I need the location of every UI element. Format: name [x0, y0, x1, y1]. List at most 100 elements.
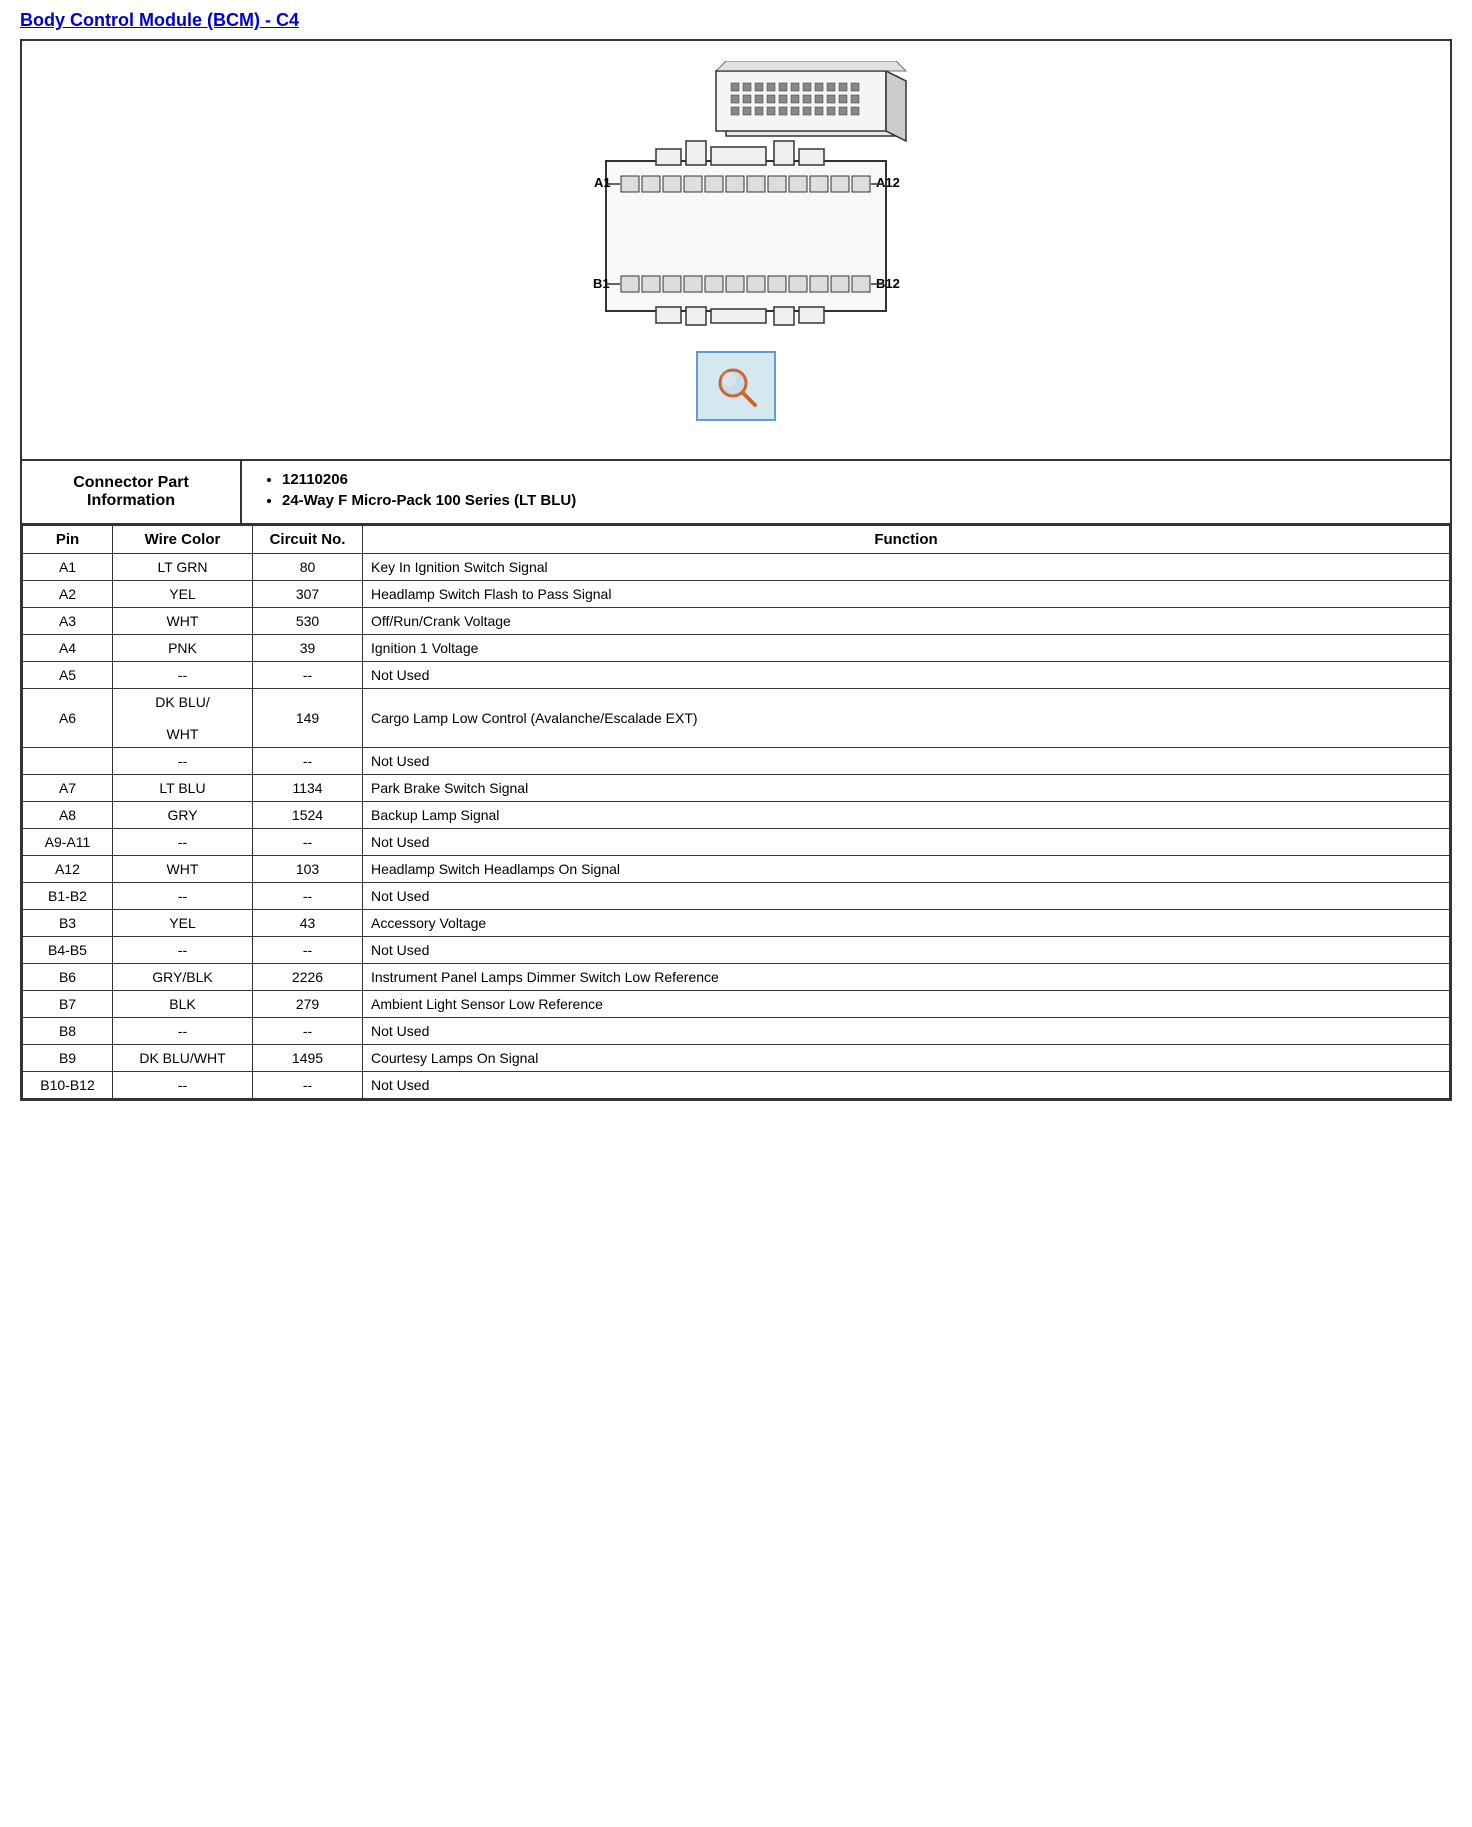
diagram-section: A1 A12 B1 B12 [22, 41, 1450, 461]
cell-function: Accessory Voltage [363, 910, 1450, 937]
cell-circuit-no: 80 [253, 554, 363, 581]
cell-circuit-no: 307 [253, 581, 363, 608]
magnify-icon[interactable] [696, 351, 776, 421]
cell-function: Courtesy Lamps On Signal [363, 1045, 1450, 1072]
cell-circuit-no: 1495 [253, 1045, 363, 1072]
cell-pin: B7 [23, 991, 113, 1018]
table-row: A4PNK39Ignition 1 Voltage [23, 635, 1450, 662]
cell-wire-color: -- [113, 662, 253, 689]
cell-wire-color: -- [113, 937, 253, 964]
part-description: 24-Way F Micro-Pack 100 Series (LT BLU) [282, 492, 1430, 509]
cell-wire-color: LT BLU [113, 775, 253, 802]
cell-function: Ambient Light Sensor Low Reference [363, 991, 1450, 1018]
cell-circuit-no: -- [253, 829, 363, 856]
table-row: A6DK BLU/WHT149Cargo Lamp Low Control (A… [23, 689, 1450, 748]
cell-wire-color: LT GRN [113, 554, 253, 581]
svg-text:A12: A12 [876, 175, 900, 190]
cell-function: Off/Run/Crank Voltage [363, 608, 1450, 635]
cell-pin [23, 748, 113, 775]
cell-function: Park Brake Switch Signal [363, 775, 1450, 802]
cell-pin: B3 [23, 910, 113, 937]
cell-circuit-no: -- [253, 1018, 363, 1045]
cell-circuit-no: 530 [253, 608, 363, 635]
info-section: Connector Part Information 12110206 24-W… [22, 461, 1450, 525]
cell-wire-color: YEL [113, 581, 253, 608]
cell-pin: A1 [23, 554, 113, 581]
table-row: B9DK BLU/WHT1495Courtesy Lamps On Signal [23, 1045, 1450, 1072]
table-row: A8GRY1524Backup Lamp Signal [23, 802, 1450, 829]
table-row: A12WHT103Headlamp Switch Headlamps On Si… [23, 856, 1450, 883]
cell-circuit-no: -- [253, 937, 363, 964]
cell-pin: B9 [23, 1045, 113, 1072]
table-row: B4-B5----Not Used [23, 937, 1450, 964]
table-row: A9-A11----Not Used [23, 829, 1450, 856]
cell-pin: B4-B5 [23, 937, 113, 964]
cell-wire-color: WHT [113, 608, 253, 635]
table-row: B8----Not Used [23, 1018, 1450, 1045]
cell-function: Not Used [363, 883, 1450, 910]
cell-pin: A8 [23, 802, 113, 829]
cell-circuit-no: -- [253, 748, 363, 775]
cell-wire-color: DK BLU/WHT [113, 1045, 253, 1072]
cell-circuit-no: -- [253, 1072, 363, 1099]
cell-pin: A6 [23, 689, 113, 748]
cell-wire-color: GRY [113, 802, 253, 829]
cell-circuit-no: 149 [253, 689, 363, 748]
connector-part-label: Connector Part Information [22, 461, 242, 523]
cell-wire-color: -- [113, 748, 253, 775]
cell-function: Not Used [363, 1072, 1450, 1099]
header-function: Function [363, 526, 1450, 554]
cell-function: Not Used [363, 1018, 1450, 1045]
cell-pin: A5 [23, 662, 113, 689]
part-number: 12110206 [282, 471, 1430, 488]
table-row: A2YEL307Headlamp Switch Flash to Pass Si… [23, 581, 1450, 608]
table-row: A7LT BLU1134Park Brake Switch Signal [23, 775, 1450, 802]
cell-circuit-no: -- [253, 662, 363, 689]
cell-circuit-no: 2226 [253, 964, 363, 991]
connector-diagram: A1 A12 B1 B12 [526, 61, 946, 341]
table-row: B7BLK279Ambient Light Sensor Low Referen… [23, 991, 1450, 1018]
table-row: A3WHT530Off/Run/Crank Voltage [23, 608, 1450, 635]
cell-wire-color: DK BLU/WHT [113, 689, 253, 748]
header-circuit-no: Circuit No. [253, 526, 363, 554]
connector-part-details: 12110206 24-Way F Micro-Pack 100 Series … [242, 461, 1450, 523]
cell-pin: A3 [23, 608, 113, 635]
header-wire-color: Wire Color [113, 526, 253, 554]
main-container: A1 A12 B1 B12 Connector Part Information… [20, 39, 1452, 1101]
cell-wire-color: GRY/BLK [113, 964, 253, 991]
cell-pin: A2 [23, 581, 113, 608]
cell-wire-color: -- [113, 1072, 253, 1099]
table-row: B3YEL43Accessory Voltage [23, 910, 1450, 937]
cell-function: Ignition 1 Voltage [363, 635, 1450, 662]
cell-pin: A4 [23, 635, 113, 662]
cell-wire-color: -- [113, 1018, 253, 1045]
table-row: B6GRY/BLK2226Instrument Panel Lamps Dimm… [23, 964, 1450, 991]
cell-function: Key In Ignition Switch Signal [363, 554, 1450, 581]
cell-function: Backup Lamp Signal [363, 802, 1450, 829]
cell-circuit-no: 279 [253, 991, 363, 1018]
cell-function: Headlamp Switch Flash to Pass Signal [363, 581, 1450, 608]
cell-function: Instrument Panel Lamps Dimmer Switch Low… [363, 964, 1450, 991]
cell-function: Not Used [363, 662, 1450, 689]
table-row: A1LT GRN80Key In Ignition Switch Signal [23, 554, 1450, 581]
cell-function: Not Used [363, 748, 1450, 775]
table-row: ----Not Used [23, 748, 1450, 775]
cell-wire-color: YEL [113, 910, 253, 937]
table-row: A5----Not Used [23, 662, 1450, 689]
cell-circuit-no: 103 [253, 856, 363, 883]
cell-wire-color: PNK [113, 635, 253, 662]
cell-wire-color: -- [113, 829, 253, 856]
cell-pin: B6 [23, 964, 113, 991]
cell-pin: A9-A11 [23, 829, 113, 856]
cell-wire-color: BLK [113, 991, 253, 1018]
cell-function: Headlamp Switch Headlamps On Signal [363, 856, 1450, 883]
cell-wire-color: -- [113, 883, 253, 910]
cell-function: Cargo Lamp Low Control (Avalanche/Escala… [363, 689, 1450, 748]
svg-text:A1: A1 [594, 175, 611, 190]
header-pin: Pin [23, 526, 113, 554]
cell-pin: B8 [23, 1018, 113, 1045]
cell-circuit-no: 1524 [253, 802, 363, 829]
cell-pin: B10-B12 [23, 1072, 113, 1099]
page-title: Body Control Module (BCM) - C4 [20, 10, 1452, 31]
cell-circuit-no: 39 [253, 635, 363, 662]
